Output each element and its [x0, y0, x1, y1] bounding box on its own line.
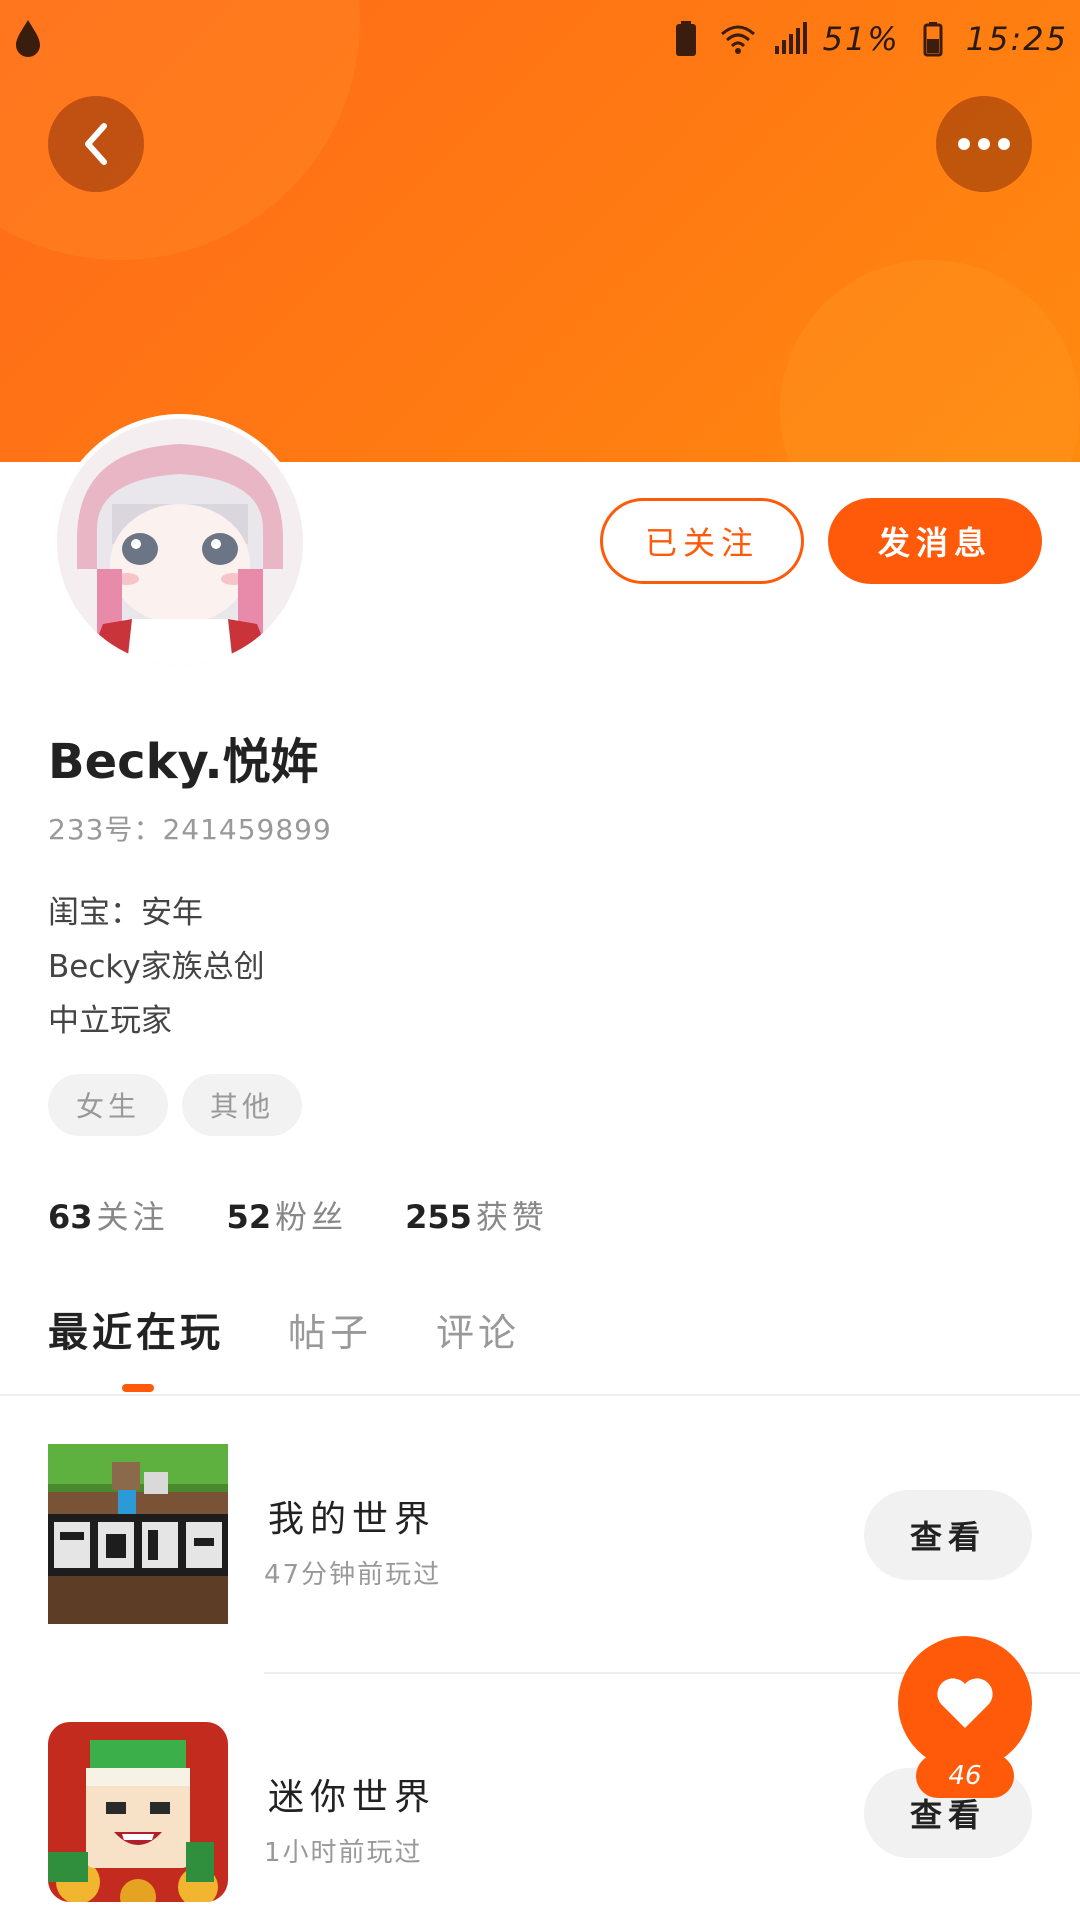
- bio: 闺宝：安年 Becky家族总创 中立玩家: [48, 886, 265, 1048]
- profile-stats: 63 关注 52 粉丝 255 获赞: [48, 1192, 548, 1238]
- followed-button[interactable]: 已关注: [600, 498, 804, 584]
- list-item[interactable]: 我的世界 47分钟前玩过 查看: [0, 1444, 1080, 1624]
- active-tab-indicator: [122, 1384, 154, 1392]
- fans-label: 粉丝: [275, 1198, 348, 1236]
- more-dots-icon: [958, 138, 1010, 150]
- game-title: 我的世界: [268, 1499, 437, 1540]
- status-icons: 51% 15:25: [667, 14, 1068, 64]
- likes-count: 255: [405, 1198, 472, 1236]
- profile-tabs: 最近在玩 帖子 评论: [48, 1300, 520, 1358]
- more-options-button[interactable]: [936, 96, 1032, 192]
- status-bar: 51% 15:25: [0, 0, 1080, 80]
- tag-other: 其他: [182, 1074, 303, 1136]
- user-id: 233号：241459899: [48, 813, 332, 846]
- username: Becky.悦姩: [48, 734, 319, 790]
- stat-fans[interactable]: 52 粉丝: [227, 1192, 348, 1238]
- game-last-played: 1小时前玩过: [264, 1838, 423, 1868]
- game-title: 迷你世界: [268, 1777, 437, 1818]
- tab-comments[interactable]: 评论: [436, 1302, 520, 1357]
- wifi-icon: [720, 25, 755, 54]
- drop-icon: [16, 20, 40, 57]
- tag-gender: 女生: [48, 1074, 169, 1136]
- avatar[interactable]: [52, 414, 308, 670]
- following-label: 关注: [96, 1198, 169, 1236]
- tab-recently-played[interactable]: 最近在玩: [48, 1300, 224, 1358]
- battery-percent: 51%: [822, 20, 900, 58]
- following-count: 63: [48, 1198, 93, 1236]
- profile-tags: 女生 其他: [48, 1074, 303, 1136]
- bio-line: Becky家族总创: [48, 949, 265, 985]
- bio-line: 闺宝：安年: [48, 895, 203, 931]
- game-icon-mini-world: [48, 1722, 228, 1902]
- send-message-button[interactable]: 发消息: [828, 498, 1042, 584]
- like-fab-button[interactable]: [898, 1636, 1032, 1770]
- tab-divider: [0, 1394, 1080, 1396]
- header-decor-blob: [780, 260, 1080, 462]
- clock: 15:25: [965, 20, 1068, 58]
- heart-icon: [937, 1678, 993, 1728]
- back-button[interactable]: [48, 96, 144, 192]
- view-game-button[interactable]: 查看: [864, 1490, 1032, 1580]
- fans-count: 52: [226, 1198, 272, 1236]
- likes-label: 获赞: [475, 1198, 548, 1236]
- stat-following[interactable]: 63 关注: [48, 1192, 169, 1238]
- battery-saver-icon: [675, 21, 696, 56]
- signal-icon: [774, 22, 807, 54]
- profile-header-banner: 51% 15:25: [0, 0, 1080, 462]
- avatar-image: [57, 419, 303, 665]
- stat-likes[interactable]: 255 获赞: [405, 1192, 548, 1238]
- tab-posts[interactable]: 帖子: [288, 1302, 372, 1357]
- game-icon-minecraft: [48, 1444, 228, 1624]
- like-count-badge: 46: [916, 1754, 1014, 1798]
- bio-line: 中立玩家: [48, 1003, 172, 1039]
- game-last-played: 47分钟前玩过: [264, 1560, 442, 1590]
- battery-icon: [923, 22, 943, 57]
- chevron-left-icon: [85, 123, 107, 165]
